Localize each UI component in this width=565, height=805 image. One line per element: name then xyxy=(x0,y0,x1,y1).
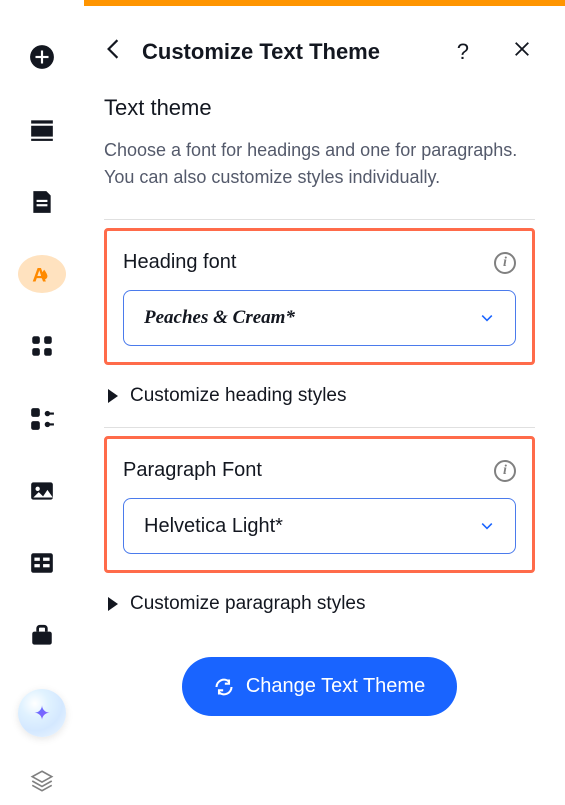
sidebar-page-icon[interactable] xyxy=(18,183,66,221)
triangle-right-icon xyxy=(108,389,118,403)
sidebar-apps-icon[interactable] xyxy=(18,327,66,365)
paragraph-font-section: Paragraph Font i Helvetica Light* xyxy=(104,436,535,573)
info-icon[interactable]: i xyxy=(494,460,516,482)
sidebar-table-icon[interactable] xyxy=(18,544,66,582)
chevron-down-icon xyxy=(479,310,495,326)
panel-header: Customize Text Theme ? xyxy=(84,6,565,89)
refresh-icon xyxy=(214,677,234,697)
heading-font-section: Heading font i Peaches & Cream* xyxy=(104,228,535,365)
customize-paragraph-toggle[interactable]: Customize paragraph styles xyxy=(104,573,535,635)
heading-font-value: Peaches & Cream* xyxy=(144,307,295,329)
back-button[interactable] xyxy=(102,34,124,69)
section-description: Choose a font for headings and one for p… xyxy=(104,137,535,191)
sidebar-add-icon[interactable] xyxy=(18,38,66,76)
heading-font-dropdown[interactable]: Peaches & Cream* xyxy=(123,290,516,346)
content: Text theme Choose a font for headings an… xyxy=(84,89,565,736)
paragraph-font-label: Paragraph Font xyxy=(123,459,262,482)
divider xyxy=(104,219,535,220)
divider xyxy=(104,427,535,428)
sidebar-media-icon[interactable] xyxy=(18,472,66,510)
section-title: Text theme xyxy=(104,95,535,121)
heading-font-label: Heading font xyxy=(123,251,236,274)
main-panel: Customize Text Theme ? Text theme Choose… xyxy=(84,0,565,805)
sidebar-integrations-icon[interactable] xyxy=(18,400,66,438)
triangle-right-icon xyxy=(108,597,118,611)
customize-heading-toggle[interactable]: Customize heading styles xyxy=(104,365,535,427)
sidebar-theme-icon[interactable]: A xyxy=(18,255,66,293)
info-icon[interactable]: i xyxy=(494,252,516,274)
cta-label: Change Text Theme xyxy=(246,675,425,698)
change-text-theme-button[interactable]: Change Text Theme xyxy=(182,657,457,716)
help-button[interactable]: ? xyxy=(453,35,473,69)
paragraph-font-value: Helvetica Light* xyxy=(144,515,283,538)
panel-title: Customize Text Theme xyxy=(142,39,435,65)
layers-icon[interactable] xyxy=(18,767,66,795)
sidebar: A ✦ xyxy=(0,0,84,805)
paragraph-font-dropdown[interactable]: Helvetica Light* xyxy=(123,498,516,554)
customize-heading-label: Customize heading styles xyxy=(130,385,347,407)
close-button[interactable] xyxy=(509,36,535,67)
sidebar-business-icon[interactable] xyxy=(18,617,66,655)
chevron-down-icon xyxy=(479,518,495,534)
sidebar-section-icon[interactable] xyxy=(18,110,66,148)
customize-paragraph-label: Customize paragraph styles xyxy=(130,593,366,615)
ai-assistant-button[interactable]: ✦ xyxy=(18,689,66,737)
